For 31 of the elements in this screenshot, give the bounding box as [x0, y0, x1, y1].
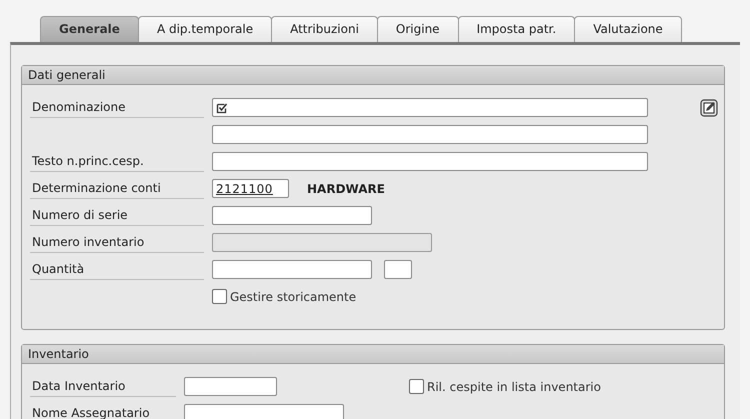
field-label: Numero inventario [30, 232, 204, 253]
tab[interactable]: Attribuzioni [271, 16, 378, 42]
tab[interactable]: Valutazione [574, 16, 682, 42]
input-field[interactable] [212, 125, 648, 144]
field-label: Testo n.princ.cesp. [30, 151, 204, 172]
checkbox-label[interactable]: Gestire storicamente [230, 290, 356, 304]
tab[interactable]: Origine [376, 16, 459, 42]
description-text: HARDWARE [307, 182, 385, 196]
input-field[interactable] [212, 206, 372, 225]
input-field[interactable] [212, 98, 648, 117]
tab[interactable]: Imposta patr. [458, 16, 576, 42]
input-field[interactable] [184, 377, 277, 396]
field-label: Data Inventario [30, 376, 176, 397]
section-header: Dati generali [22, 66, 724, 85]
input-field[interactable] [184, 404, 344, 419]
checkbox[interactable] [409, 379, 424, 394]
checkbox-label[interactable]: Ril. cespite in lista inventario [427, 380, 601, 394]
edit-icon[interactable] [700, 98, 718, 116]
field-label: Determinazione conti [30, 178, 204, 199]
checkbox[interactable] [212, 289, 227, 304]
input-field[interactable]: 2121100 [212, 179, 289, 198]
section-header: Inventario [22, 345, 724, 364]
field-label: Quantità [30, 259, 204, 280]
tab[interactable]: Generale [40, 16, 139, 42]
tab[interactable]: A dip.temporale [138, 16, 272, 42]
field-label: Denominazione [30, 97, 204, 118]
input-field[interactable] [212, 152, 648, 171]
field-label: Numero di serie [30, 205, 204, 226]
checkmark-icon[interactable] [216, 102, 228, 114]
input-field[interactable] [384, 260, 412, 279]
input-field[interactable] [212, 260, 372, 279]
